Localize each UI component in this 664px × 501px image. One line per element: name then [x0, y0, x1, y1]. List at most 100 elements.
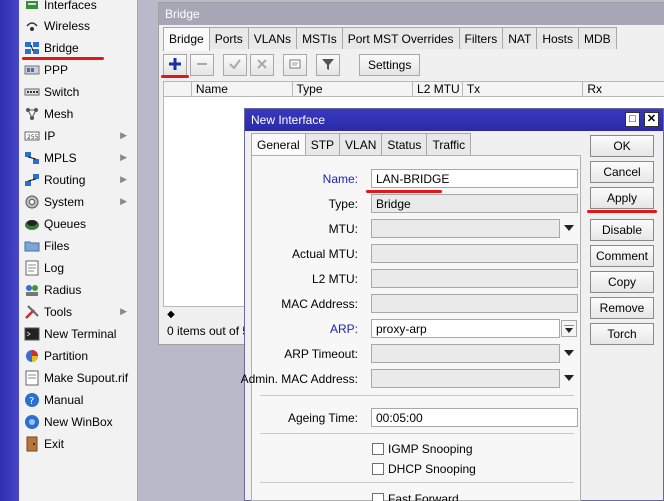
sidebar-item-partition[interactable]: Partition	[19, 345, 137, 367]
disable-button[interactable]: Disable	[590, 219, 654, 241]
sidebar-item-files[interactable]: Files	[19, 235, 137, 257]
mtu-input[interactable]	[371, 219, 560, 238]
svg-text:255: 255	[27, 134, 39, 141]
disable-button[interactable]	[250, 54, 274, 76]
name-highlight-underline	[366, 190, 442, 193]
dhcp-snooping-label: DHCP Snooping	[388, 462, 476, 476]
sidebar-item-new-terminal[interactable]: New Terminal	[19, 323, 137, 345]
tab-vlan[interactable]: VLAN	[339, 133, 383, 155]
tab-bridge[interactable]: Bridge	[163, 27, 210, 51]
remove-button[interactable]: Remove	[590, 297, 654, 319]
separator	[260, 482, 574, 483]
sidebar-item-ip[interactable]: 255 IP ▶	[19, 125, 137, 147]
sidebar-item-label: System	[44, 195, 85, 209]
sidebar-item-label: Log	[44, 261, 65, 275]
tab-status[interactable]: Status	[381, 133, 428, 155]
arp-timeout-dropdown-icon[interactable]	[563, 348, 575, 358]
admin-mac-dropdown-icon[interactable]	[563, 373, 575, 383]
submenu-arrow-icon: ▶	[120, 130, 127, 140]
torch-button[interactable]: Torch	[590, 323, 654, 345]
tab-stp[interactable]: STP	[304, 133, 341, 155]
sidebar-item-mpls[interactable]: MPLS ▶	[19, 147, 137, 169]
system-icon	[24, 194, 40, 210]
igmp-snooping-checkbox[interactable]	[372, 443, 384, 455]
sidebar-item-mesh[interactable]: Mesh	[19, 103, 137, 125]
copy-button[interactable]: Copy	[590, 271, 654, 293]
cancel-button[interactable]: Cancel	[590, 161, 654, 183]
sidebar-item-wireless[interactable]: Wireless	[19, 15, 137, 37]
actual-mtu-label: Actual MTU:	[291, 247, 358, 261]
tab-vlans[interactable]: VLANs	[247, 27, 298, 49]
apply-button[interactable]: Apply	[590, 187, 654, 209]
sidebar-item-label: New WinBox	[44, 415, 113, 429]
winbox-side-strip	[0, 0, 19, 501]
enable-button[interactable]	[223, 54, 247, 76]
exit-door-icon	[24, 436, 40, 452]
column-tx[interactable]: Tx	[463, 82, 584, 96]
mac-address-field	[371, 294, 578, 313]
name-input[interactable]: LAN-BRIDGE	[371, 169, 578, 188]
mtu-dropdown-icon[interactable]	[563, 223, 575, 233]
tab-ports[interactable]: Ports	[208, 27, 249, 49]
queues-icon	[24, 216, 40, 232]
separator	[260, 433, 574, 434]
sidebar-item-radius[interactable]: Radius	[19, 279, 137, 301]
ok-button[interactable]: OK	[590, 135, 654, 157]
sidebar-item-manual[interactable]: ? Manual	[19, 389, 137, 411]
filter-button[interactable]	[316, 54, 340, 76]
fast-forward-checkbox[interactable]	[372, 493, 384, 501]
arp-select[interactable]: proxy-arp	[371, 319, 560, 338]
bridge-icon	[24, 40, 40, 56]
ppp-icon	[24, 62, 40, 78]
column-l2-mtu[interactable]: L2 MTU	[413, 82, 463, 96]
tab-filters[interactable]: Filters	[458, 27, 504, 49]
close-icon[interactable]: ✕	[644, 112, 659, 127]
remove-button[interactable]	[190, 54, 214, 76]
sidebar-item-make-supout[interactable]: Make Supout.rif	[19, 367, 137, 389]
bridge-table-header: Name Type L2 MTU Tx Rx	[163, 81, 664, 97]
add-button[interactable]	[163, 54, 187, 76]
arp-timeout-input[interactable]	[371, 344, 560, 363]
column-name[interactable]: Name	[192, 82, 293, 96]
sidebar-item-log[interactable]: Log	[19, 257, 137, 279]
sidebar-item-switch[interactable]: Switch	[19, 81, 137, 103]
general-panel: Name: LAN-BRIDGE Type: Bridge MTU: Actua…	[241, 155, 581, 501]
tab-mdb[interactable]: MDB	[578, 27, 617, 49]
items-count-status: 0 items out of 5	[167, 324, 250, 338]
comment-button[interactable]: Comment	[590, 245, 654, 267]
sidebar-item-label: Switch	[44, 85, 80, 99]
sidebar-item-tools[interactable]: Tools ▶	[19, 301, 137, 323]
igmp-snooping-label: IGMP Snooping	[388, 442, 473, 456]
tab-mstis[interactable]: MSTIs	[296, 27, 343, 49]
plus-icon	[168, 57, 182, 74]
sidebar-item-routing[interactable]: Routing ▶	[19, 169, 137, 191]
sidebar-item-label: Exit	[44, 437, 65, 451]
sidebar-item-ppp[interactable]: PPP	[19, 59, 137, 81]
scroll-left-icon[interactable]: ◆	[163, 307, 179, 321]
new-interface-dialog: New Interface □ ✕ General STP VLAN Statu…	[241, 108, 664, 501]
sidebar-item-label: Tools	[44, 305, 73, 319]
column-type[interactable]: Type	[293, 82, 414, 96]
sidebar-item-exit[interactable]: Exit	[19, 433, 137, 455]
sidebar-item-bridge[interactable]: Bridge	[19, 37, 137, 59]
tab-general[interactable]: General	[251, 133, 306, 157]
column-rx[interactable]: Rx	[583, 82, 664, 96]
tab-traffic[interactable]: Traffic	[426, 133, 472, 155]
tab-port-mst-overrides[interactable]: Port MST Overrides	[341, 27, 460, 49]
admin-mac-input[interactable]	[371, 369, 560, 388]
tab-hosts[interactable]: Hosts	[536, 27, 580, 49]
tab-nat[interactable]: NAT	[502, 27, 538, 49]
ageing-time-input[interactable]: 00:05:00	[371, 408, 578, 427]
maximize-icon[interactable]: □	[625, 112, 640, 127]
sidebar-item-interfaces[interactable]: Interfaces	[19, 0, 137, 16]
sidebar-item-new-winbox[interactable]: New WinBox	[19, 411, 137, 433]
arp-dropdown-icon[interactable]	[561, 320, 577, 337]
comment-button[interactable]	[283, 54, 307, 76]
settings-button[interactable]: Settings	[359, 54, 421, 76]
sidebar-item-queues[interactable]: Queues	[19, 213, 137, 235]
sidebar-menu: Interfaces Wireless Bridge PPP Switch Me…	[19, 0, 138, 501]
sidebar-item-system[interactable]: System ▶	[19, 191, 137, 213]
sidebar-item-label: Routing	[44, 173, 86, 187]
routing-icon	[24, 172, 40, 188]
dhcp-snooping-checkbox[interactable]	[372, 463, 384, 475]
